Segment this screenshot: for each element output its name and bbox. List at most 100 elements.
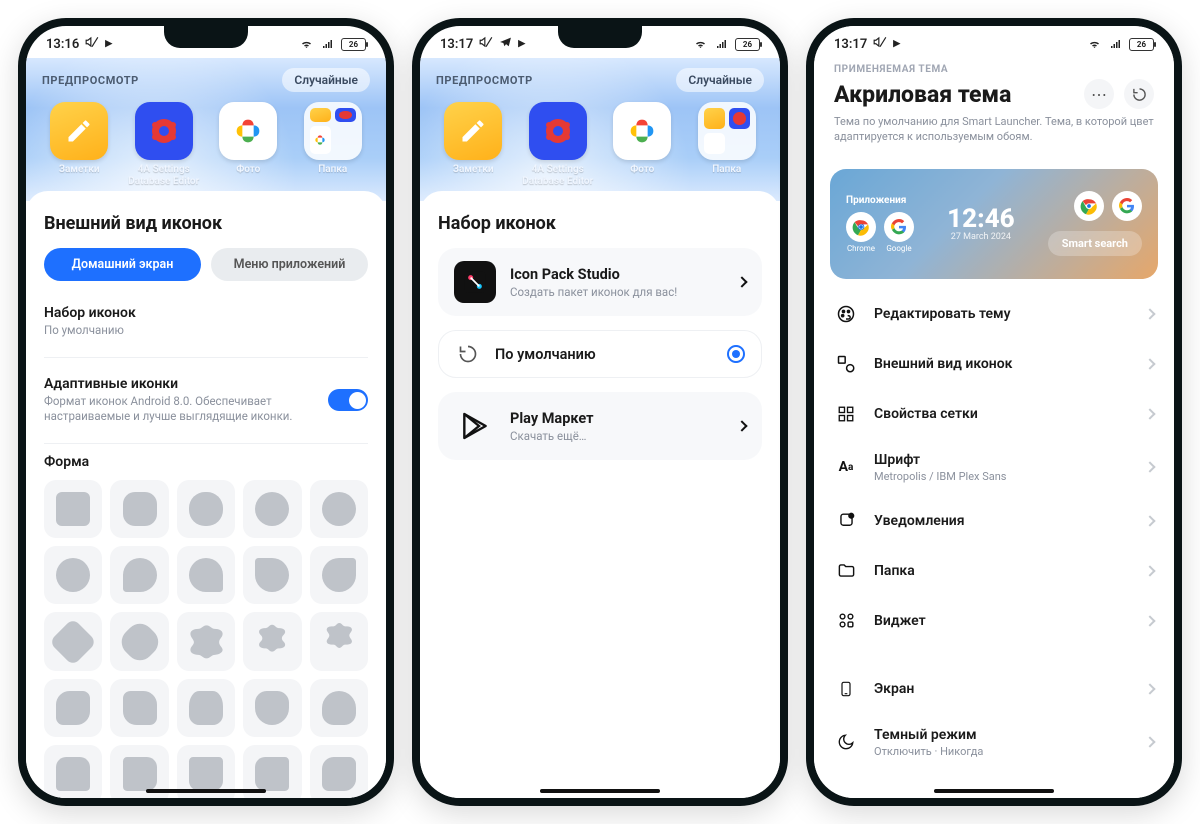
menu-screen[interactable]: Экран [822,664,1166,714]
menu-icon-appearance[interactable]: Внешний вид иконок [822,339,1166,389]
shapes-icon [834,352,858,376]
radio-selected[interactable] [727,345,745,363]
status-bar: 13:16 ▶ 26 [26,26,386,58]
preview-app-photos[interactable]: Фото [605,102,680,187]
preview-caption: ПРЕДПРОСМОТР [436,74,533,87]
banner-time: 12:46 [947,206,1015,232]
random-chip[interactable]: Случайные [282,68,370,92]
home-indicator[interactable] [146,789,266,793]
widget-icon [834,609,858,633]
preview-caption: ПРЕДПРОСМОТР [42,74,139,87]
menu-folder[interactable]: Папка [822,546,1166,596]
shape-option[interactable] [243,679,301,737]
more-button[interactable]: ⋯ [1084,79,1114,109]
phone-3: 13:17 ▶ 26 ПРИМЕНЯЕМАЯ ТЕМА Акриловая те… [806,18,1182,806]
theme-desc: Тема по умолчанию для Smart Launcher. Те… [834,115,1154,145]
shape-option[interactable] [44,480,102,538]
shape-option[interactable] [310,612,368,670]
status-time: 13:17 [834,37,867,52]
chevron-right-icon [1144,462,1155,473]
photos-icon [231,114,265,148]
chevron-right-icon [1144,308,1155,319]
preview-app-folder[interactable]: Папка [690,102,765,187]
chevron-right-icon [736,420,747,431]
sheet-title: Набор иконок [438,213,762,234]
bottom-sheet: Набор иконок Icon Pack Studio Создать па… [420,191,780,798]
shape-option[interactable] [177,679,235,737]
menu-edit-theme[interactable]: Редактировать тему [822,289,1166,339]
shape-option[interactable] [310,745,368,798]
shape-option[interactable] [44,745,102,798]
wifi-icon [1087,38,1102,50]
phone-1: 13:16 ▶ 26 ПРЕДПРОСМОТР Случайные [18,18,394,806]
palette-icon [834,302,858,326]
battery-icon: 26 [1129,38,1154,51]
preview-app-photos[interactable]: Фото [211,102,286,187]
folder-icon [834,559,858,583]
battery-icon: 26 [735,38,760,51]
shape-option[interactable] [177,612,235,670]
preview-app-settingsdb[interactable]: 4A Settings Database Editor [521,102,596,187]
menu-grid[interactable]: Свойства сетки [822,389,1166,439]
option-default-iconset[interactable]: По умолчанию [438,330,762,378]
theme-preview-banner[interactable]: Приложения Chrome Google [830,169,1158,279]
shape-option[interactable] [243,612,301,670]
preview-app-notes[interactable]: Заметки [436,102,511,187]
battery-icon: 26 [341,38,366,51]
tab-home-screen[interactable]: Домашний экран [44,248,201,281]
shape-option[interactable] [243,480,301,538]
card-play-market[interactable]: Play Маркет Скачать ещё… [438,392,762,460]
shape-option[interactable] [177,480,235,538]
status-mute-icon [85,35,99,53]
shape-section-label: Форма [44,454,368,470]
sheet-title: Внешний вид иконок [44,213,368,234]
status-telegram-icon [499,36,512,53]
status-time: 13:16 [46,37,79,52]
preview-app-folder[interactable]: Папка [296,102,371,187]
option-icon-set[interactable]: Набор иконок По умолчанию [44,297,368,347]
banner-google-icon [884,212,914,242]
shape-option[interactable] [243,546,301,604]
preview-app-settingsdb[interactable]: 4A Settings Database Editor [127,102,202,187]
reset-icon [458,344,478,364]
phone-2: 13:17 ▶ 26 ПРЕДПРОСМОТР Случайные [412,18,788,806]
shape-option[interactable] [44,612,102,670]
shape-option[interactable] [44,546,102,604]
menu-widget[interactable]: Виджет [822,596,1166,646]
applied-theme-caption: ПРИМЕНЯЕМАЯ ТЕМА [834,64,1154,75]
shape-option[interactable] [110,612,168,670]
banner-google-icon-2 [1112,191,1142,221]
home-indicator[interactable] [540,789,660,793]
preview-area: ПРЕДПРОСМОТР Случайные Заметки 4A Settin… [420,58,780,201]
shape-option[interactable] [310,546,368,604]
option-adaptive-icons[interactable]: Адаптивные иконки Формат иконок Android … [44,368,368,433]
shape-option[interactable] [44,679,102,737]
shape-option[interactable] [177,546,235,604]
preview-app-notes[interactable]: Заметки [42,102,117,187]
menu-font[interactable]: Aa Шрифт Metropolis / IBM Plex Sans [822,439,1166,496]
shape-option[interactable] [310,679,368,737]
menu-dark-mode[interactable]: Темный режим Отключить · Никогда [822,714,1166,771]
banner-smart-search[interactable]: Smart search [1048,231,1142,256]
status-mute-icon [873,35,887,53]
adaptive-toggle[interactable] [328,389,368,411]
shape-option[interactable] [110,679,168,737]
chevron-right-icon [1144,565,1155,576]
tab-app-menu[interactable]: Меню приложений [211,248,368,281]
screen-icon [834,677,858,701]
chevron-right-icon [736,276,747,287]
signal-icon [1108,38,1123,50]
shape-option[interactable] [110,480,168,538]
chevron-right-icon [1144,615,1155,626]
chevron-right-icon [1144,683,1155,694]
home-indicator[interactable] [934,789,1054,793]
moon-icon [834,730,858,754]
shape-option[interactable] [310,480,368,538]
menu-notifications[interactable]: Уведомления [822,496,1166,546]
status-play-icon: ▶ [893,39,900,49]
status-play-icon: ▶ [105,39,112,49]
refresh-button[interactable] [1124,79,1154,109]
card-icon-pack-studio[interactable]: Icon Pack Studio Создать пакет иконок дл… [438,248,762,316]
shape-option[interactable] [110,546,168,604]
random-chip[interactable]: Случайные [676,68,764,92]
